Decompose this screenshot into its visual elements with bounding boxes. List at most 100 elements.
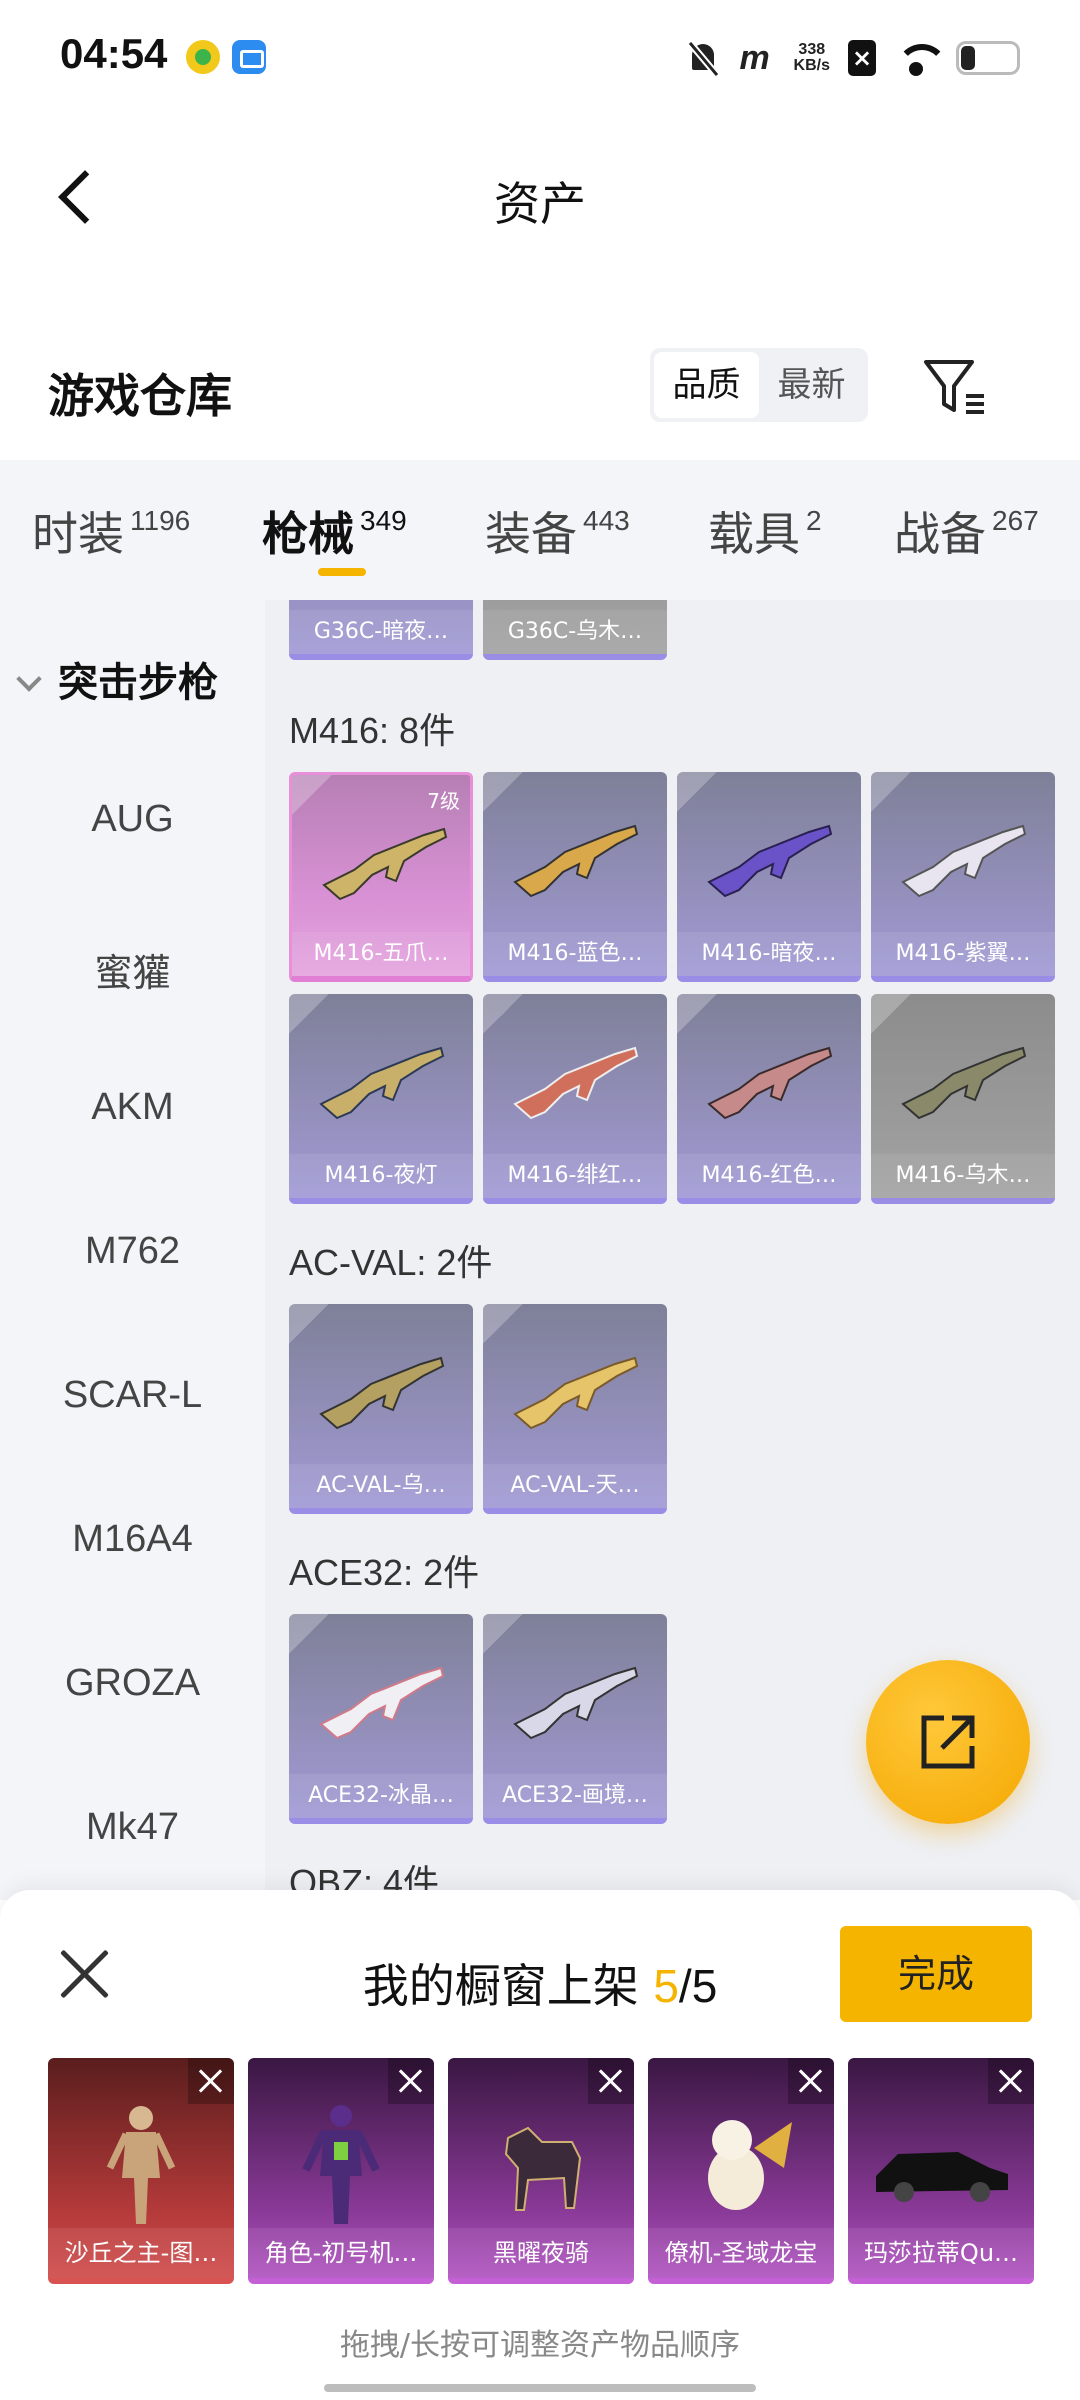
- card-label: M416-乌木…: [871, 1154, 1055, 1198]
- slot-label: 玛莎拉蒂Qu…: [848, 2228, 1034, 2278]
- weapon-card[interactable]: M416-红色…: [677, 994, 861, 1204]
- weapon-card[interactable]: ACE32-画境…: [483, 1614, 667, 1824]
- share-button[interactable]: [866, 1660, 1030, 1824]
- nav-item-m16a4[interactable]: M16A4: [0, 1518, 265, 1561]
- select-check-icon: [292, 775, 332, 815]
- active-tab-indicator: [318, 568, 366, 576]
- app-header: 资产: [0, 140, 1080, 250]
- select-check-icon: [483, 994, 523, 1034]
- chevron-down-icon: [16, 666, 42, 692]
- nav-item-groza[interactable]: GROZA: [0, 1662, 265, 1705]
- card-label: ACE32-画境…: [483, 1774, 667, 1818]
- group-title-ace32: ACE32: 2件: [289, 1552, 480, 1593]
- select-check-icon: [289, 1304, 329, 1344]
- remove-icon[interactable]: [788, 2058, 834, 2104]
- select-check-icon: [677, 994, 717, 1034]
- dragon-icon: [708, 2120, 792, 2210]
- rifle-icon: [707, 1046, 833, 1120]
- remove-icon[interactable]: [588, 2058, 634, 2104]
- nav-item-honey-badger[interactable]: 蜜獾: [0, 942, 265, 997]
- showcase-sheet: 我的橱窗上架 5/5 完成 沙丘之主-图… 角色-初号机… 黑曜夜骑 僚机-圣域…: [0, 1890, 1080, 2400]
- showcase-slot[interactable]: 僚机-圣域龙宝: [648, 2058, 834, 2284]
- weapon-card[interactable]: AC-VAL-乌…: [289, 1304, 473, 1514]
- sort-toggle: 品质 最新: [650, 348, 868, 422]
- weapon-card[interactable]: G36C-乌木…: [483, 600, 667, 660]
- weapon-card[interactable]: G36C-暗夜…: [289, 600, 473, 660]
- weapon-card[interactable]: M416-乌木…: [871, 994, 1055, 1204]
- tab-equipment[interactable]: 装备 443: [485, 498, 630, 564]
- app-notification-icon: [186, 40, 220, 74]
- nav-item-mk47[interactable]: Mk47: [0, 1806, 265, 1849]
- home-indicator[interactable]: [324, 2384, 756, 2392]
- tab-guns[interactable]: 枪械 349: [262, 498, 407, 564]
- weapon-type-nav: 突击步枪 AUG 蜜獾 AKM M762 SCAR-L M16A4 GROZA …: [0, 600, 265, 1900]
- rifle-icon: [513, 824, 639, 898]
- slot-label: 沙丘之主-图…: [48, 2228, 234, 2278]
- remove-icon[interactable]: [388, 2058, 434, 2104]
- nav-item-m762[interactable]: M762: [0, 1230, 265, 1273]
- status-time: 04:54: [60, 30, 168, 77]
- card-label: G36C-暗夜…: [289, 610, 473, 654]
- remove-icon[interactable]: [188, 2058, 234, 2104]
- weapon-card[interactable]: M416-暗夜…: [677, 772, 861, 982]
- character-figure-icon: [106, 2106, 176, 2224]
- nav-item-aug[interactable]: AUG: [0, 798, 265, 841]
- card-label: AC-VAL-天…: [483, 1464, 667, 1508]
- signal-brand-icon: m: [739, 39, 770, 77]
- slot-label: 僚机-圣域龙宝: [648, 2228, 834, 2278]
- battery-icon: [956, 41, 1020, 75]
- mute-icon: [686, 40, 722, 76]
- share-icon: [921, 1715, 975, 1769]
- weapon-card[interactable]: 7级 M416-五爪…: [289, 772, 473, 982]
- showcase-slot[interactable]: 黑曜夜骑: [448, 2058, 634, 2284]
- nav-item-scar-l[interactable]: SCAR-L: [0, 1374, 265, 1417]
- nav-item-akm[interactable]: AKM: [0, 1086, 265, 1129]
- rifle-icon: [319, 1046, 445, 1120]
- done-button[interactable]: 完成: [840, 1926, 1032, 2022]
- showcase-slot[interactable]: 玛莎拉蒂Qu…: [848, 2058, 1034, 2284]
- rifle-icon: [901, 824, 1027, 898]
- tab-fashion[interactable]: 时装 1196: [32, 498, 190, 564]
- select-check-icon: [483, 772, 523, 812]
- card-label: M416-夜灯: [289, 1154, 473, 1198]
- level-badge: 7级: [427, 789, 460, 813]
- rifle-icon: [513, 1666, 639, 1740]
- rifle-icon: [319, 1356, 445, 1430]
- nav-category-assault-rifle[interactable]: 突击步枪: [16, 650, 218, 708]
- cast-notification-icon: [232, 40, 266, 74]
- tab-vehicles[interactable]: 载具 2: [708, 498, 822, 564]
- card-label: ACE32-冰晶…: [289, 1774, 473, 1818]
- filter-icon[interactable]: [922, 356, 988, 416]
- card-label: M416-五爪…: [292, 932, 470, 976]
- card-label: M416-绯红…: [483, 1154, 667, 1198]
- slot-label: 角色-初号机…: [248, 2228, 434, 2278]
- weapon-card[interactable]: M416-紫翼…: [871, 772, 1055, 982]
- car-icon: [876, 2152, 1008, 2202]
- weapon-card[interactable]: ACE32-冰晶…: [289, 1614, 473, 1824]
- rifle-icon: [707, 824, 833, 898]
- weapon-card[interactable]: M416-绯红…: [483, 994, 667, 1204]
- select-check-icon: [289, 1614, 329, 1654]
- sim-off-icon: ×: [848, 40, 876, 76]
- rifle-icon: [513, 1356, 639, 1430]
- sort-latest-button[interactable]: 最新: [759, 352, 864, 418]
- showcase-slot[interactable]: 角色-初号机…: [248, 2058, 434, 2284]
- select-check-icon: [871, 772, 911, 812]
- card-label: M416-蓝色…: [483, 932, 667, 976]
- tab-gear[interactable]: 战备 267: [894, 498, 1039, 564]
- slot-label: 黑曜夜骑: [448, 2228, 634, 2278]
- weapon-card[interactable]: AC-VAL-天…: [483, 1304, 667, 1514]
- character-figure-icon: [302, 2105, 380, 2224]
- reorder-hint: 拖拽/长按可调整资产物品顺序: [339, 2328, 741, 2363]
- select-check-icon: [871, 994, 911, 1034]
- rifle-icon: [322, 827, 448, 901]
- card-label: M416-暗夜…: [677, 932, 861, 976]
- category-tabs: 时装 1196 枪械 349 装备 443 载具 2 战备 267: [0, 460, 1080, 600]
- select-check-icon: [677, 772, 717, 812]
- rifle-icon: [901, 1046, 1027, 1120]
- weapon-card[interactable]: M416-夜灯: [289, 994, 473, 1204]
- card-label: M416-红色…: [677, 1154, 861, 1198]
- weapon-card[interactable]: M416-蓝色…: [483, 772, 667, 982]
- showcase-slot[interactable]: 沙丘之主-图…: [48, 2058, 234, 2284]
- sort-quality-button[interactable]: 品质: [654, 352, 759, 418]
